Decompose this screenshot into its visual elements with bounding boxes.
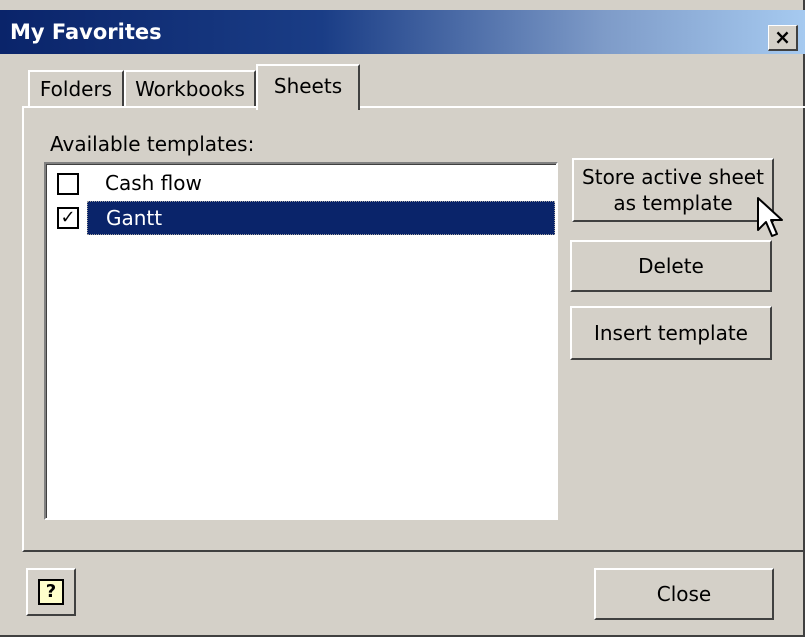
available-templates-label: Available templates: [50,132,255,156]
store-button-line1: Store active sheet [582,165,764,189]
cash-flow-checkbox[interactable] [57,173,79,195]
my-favorites-dialog: My Favorites × Folders Workbooks Sheets … [0,0,805,637]
tab-workbooks[interactable]: Workbooks [124,70,256,108]
list-item-label: Gantt [87,201,555,235]
list-item-gantt[interactable]: ✓ Gantt [51,201,555,235]
close-icon: × [774,25,791,49]
tab-folders[interactable]: Folders [28,70,124,108]
gantt-checkbox[interactable]: ✓ [57,207,79,229]
window-title: My Favorites [10,20,162,44]
list-item-cash-flow[interactable]: Cash flow [51,167,555,201]
templates-listbox[interactable]: Cash flow ✓ Gantt [44,162,558,520]
store-active-sheet-button[interactable]: Store active sheet as template [572,158,774,222]
list-item-label: Cash flow [105,171,202,195]
help-button[interactable]: ? [26,568,76,616]
delete-button[interactable]: Delete [570,240,772,292]
arrow-cursor-icon [757,197,783,237]
listbox-frame: Cash flow ✓ Gantt [46,164,556,518]
close-button[interactable]: Close [594,568,774,620]
store-button-line2: as template [613,191,733,215]
close-window-button[interactable]: × [768,25,798,51]
tab-sheets[interactable]: Sheets [256,64,360,110]
help-icon: ? [38,579,64,605]
title-bar[interactable]: My Favorites × [0,10,805,54]
insert-template-button[interactable]: Insert template [570,306,772,360]
